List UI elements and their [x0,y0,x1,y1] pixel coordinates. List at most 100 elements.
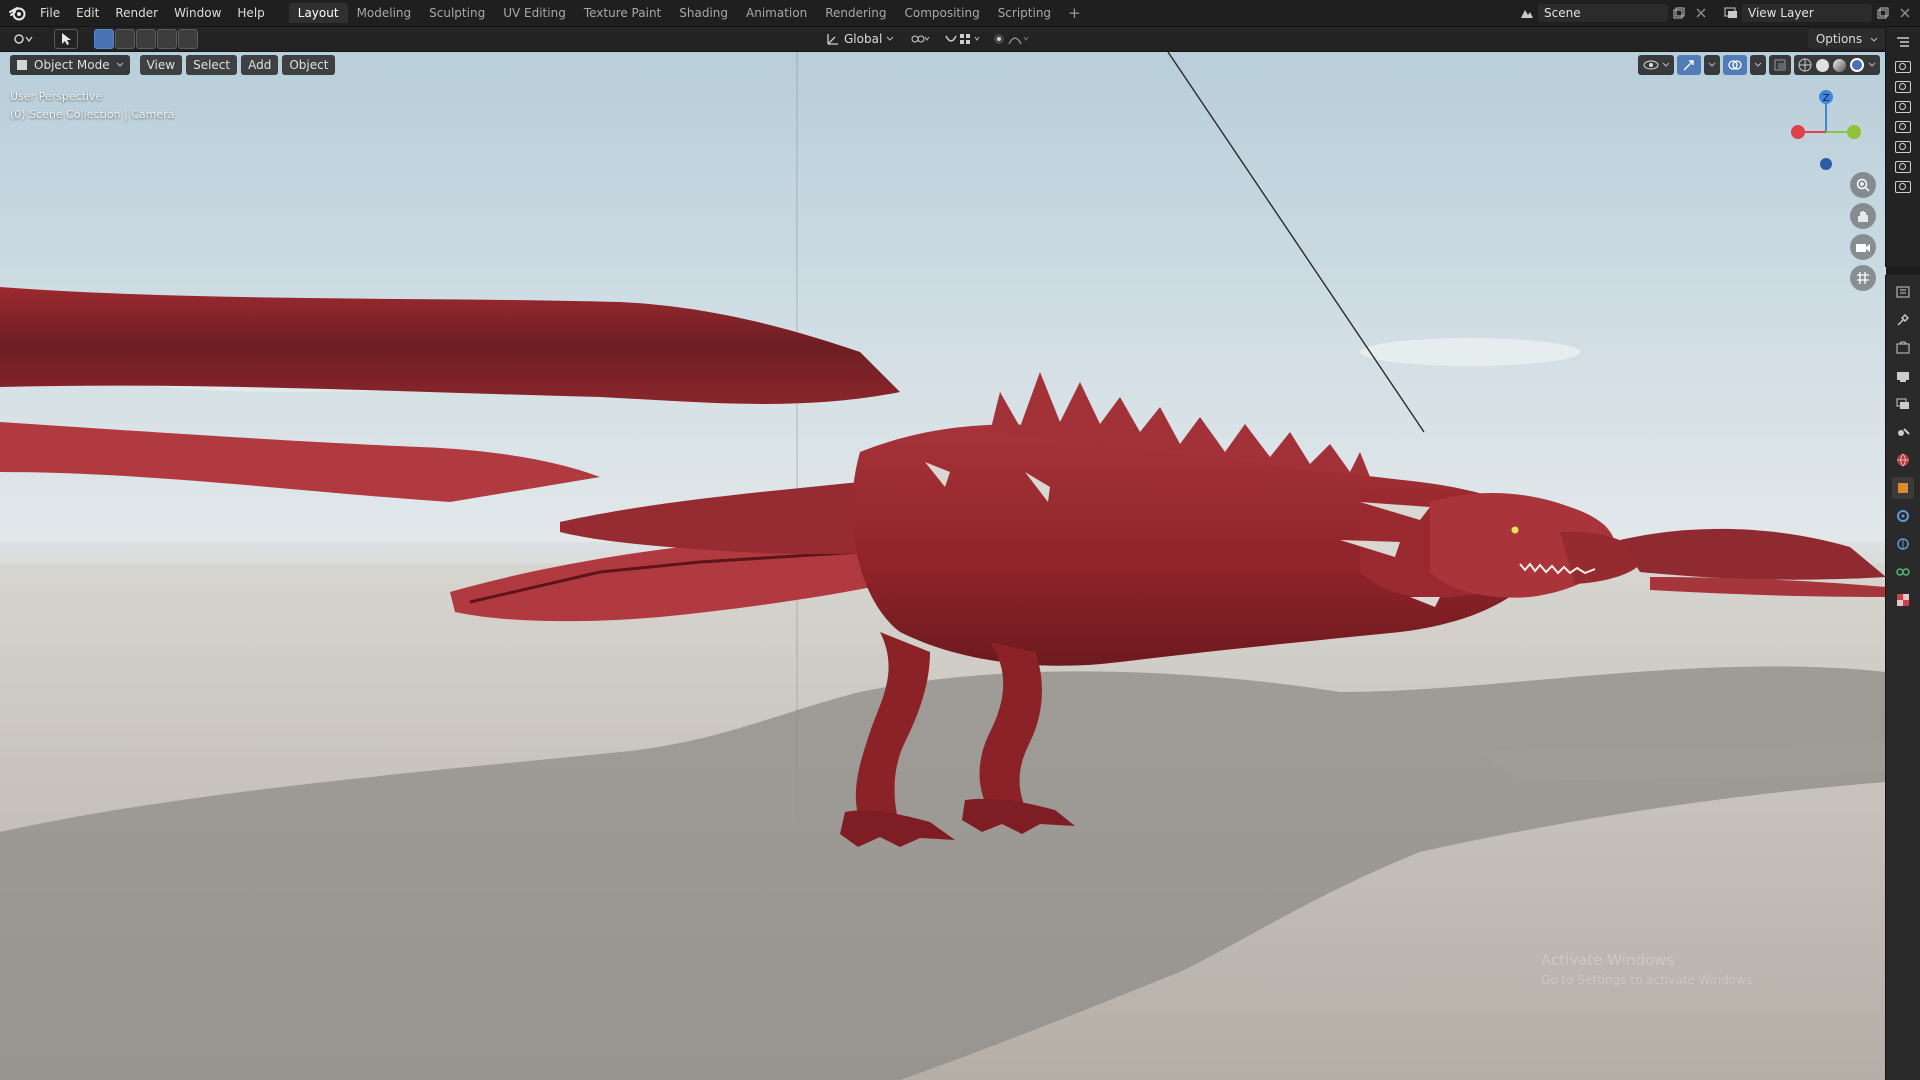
output-properties-icon[interactable] [1892,365,1914,387]
xray-toggle[interactable] [1769,55,1791,75]
constraint-properties-icon[interactable] [1892,561,1914,583]
solid-shading-icon[interactable] [1816,58,1829,72]
menu-render[interactable]: Render [107,0,166,26]
select-extend-icon[interactable] [115,29,135,49]
select-difference-icon[interactable] [157,29,177,49]
close-scene-icon[interactable] [1690,4,1712,22]
modifier-properties-icon[interactable] [1892,505,1914,527]
tab-scripting[interactable]: Scripting [989,3,1060,23]
overlays-dropdown[interactable] [1750,55,1766,75]
tool-properties-icon[interactable] [1892,309,1914,331]
grid-icon[interactable] [1850,265,1876,291]
view-layer-name: View Layer [1748,6,1814,20]
gizmo-dropdown[interactable] [1704,55,1720,75]
viewport-render [0,52,1886,1080]
camera-icon[interactable] [1895,81,1911,93]
material-preview-shading-icon[interactable] [1833,58,1846,72]
pivot-point-icon[interactable] [906,30,936,48]
options-label: Options [1815,32,1863,46]
object-menu[interactable]: Object [282,55,336,75]
menu-file[interactable]: File [32,0,68,26]
navigation-gizmo[interactable]: Z [1786,82,1866,172]
outliner-collapsed-strip [1885,27,1920,267]
menu-window[interactable]: Window [166,0,229,26]
physics-properties-icon[interactable] [1892,533,1914,555]
camera-icon[interactable] [1895,121,1911,133]
add-menu[interactable]: Add [241,55,279,75]
properties-editor-icon[interactable] [1892,281,1914,303]
shading-mode-group [1794,55,1880,75]
tab-texture-paint[interactable]: Texture Paint [575,3,670,23]
hand-icon[interactable] [1850,203,1876,229]
select-new-icon[interactable] [94,29,114,49]
tab-sculpting[interactable]: Sculpting [420,3,494,23]
transform-orientation-label: Global [844,32,883,46]
tab-uv-editing[interactable]: UV Editing [494,3,575,23]
chevron-down-icon [1708,62,1716,67]
select-menu[interactable]: Select [186,55,238,75]
menu-help[interactable]: Help [229,0,272,26]
tab-rendering[interactable]: Rendering [816,3,895,23]
select-subtract-icon[interactable] [136,29,156,49]
xray-icon [1774,59,1786,71]
gizmo-y-handle[interactable] [1847,125,1861,139]
snap-icon[interactable] [942,30,986,48]
render-properties-icon[interactable] [1892,337,1914,359]
viewport-info-overlay: User Perspective (0) Scene Collection | … [10,88,174,124]
properties-tab-strip [1885,275,1920,1080]
zoom-icon[interactable] [1850,172,1876,198]
overlays-toggle[interactable] [1723,55,1747,75]
camera-icon[interactable] [1895,61,1911,73]
render-layers-icon[interactable] [1720,4,1742,22]
tab-compositing[interactable]: Compositing [895,3,988,23]
gizmo-toggle[interactable] [1677,55,1701,75]
camera-icon[interactable] [1895,101,1911,113]
viewport-display-controls [1638,55,1880,75]
world-properties-icon[interactable] [1892,449,1914,471]
proportional-editing-icon[interactable] [992,30,1032,48]
camera-view-icon[interactable] [1850,234,1876,260]
rendered-shading-icon[interactable] [1850,58,1864,72]
camera-icon[interactable] [1895,181,1911,193]
visibility-dropdown[interactable] [1638,55,1674,75]
tab-shading[interactable]: Shading [670,3,737,23]
select-tool-icon[interactable] [54,29,78,49]
camera-icon[interactable] [1895,141,1911,153]
texture-properties-icon[interactable] [1892,589,1914,611]
options-area: Options [1807,29,1886,49]
viewport-tool-header: Global Options [0,27,1920,52]
view-menu[interactable]: View [139,55,183,75]
object-mode-label: Object Mode [34,58,110,72]
view-layer-properties-icon[interactable] [1892,393,1914,415]
blender-logo-icon[interactable] [4,0,32,26]
add-workspace-button[interactable]: + [1060,4,1089,22]
gizmo-icon [1683,60,1694,71]
outliner-editor-icon[interactable] [1892,31,1914,53]
menu-edit[interactable]: Edit [68,0,107,26]
overlays-icon [1728,60,1742,70]
transform-orientation-select[interactable]: Global [820,29,900,49]
cloud [1360,338,1580,366]
3d-viewport[interactable]: Object Mode View Select Add Object User … [0,52,1886,1080]
gizmo-neg-z-handle[interactable] [1820,158,1832,170]
editor-type-icon[interactable] [8,30,38,48]
wireframe-shading-icon[interactable] [1798,58,1812,72]
tab-layout[interactable]: Layout [288,3,348,23]
duplicate-view-layer-icon[interactable] [1872,4,1894,22]
camera-icon[interactable] [1895,161,1911,173]
duplicate-scene-icon[interactable] [1668,4,1690,22]
scene-icon[interactable] [1516,4,1538,22]
select-intersect-icon[interactable] [178,29,198,49]
tab-animation[interactable]: Animation [737,3,816,23]
close-view-layer-icon[interactable] [1894,4,1916,22]
scene-name-field[interactable]: Scene [1538,4,1668,22]
eye-icon [1643,60,1659,70]
view-layer-field[interactable]: View Layer [1742,4,1872,22]
options-dropdown[interactable]: Options [1807,29,1886,49]
view-perspective-label: User Perspective [10,90,103,103]
object-properties-icon[interactable] [1892,477,1914,499]
scene-properties-icon[interactable] [1892,421,1914,443]
gizmo-x-handle[interactable] [1791,125,1805,139]
tab-modeling[interactable]: Modeling [348,3,421,23]
object-mode-select[interactable]: Object Mode [10,55,130,75]
